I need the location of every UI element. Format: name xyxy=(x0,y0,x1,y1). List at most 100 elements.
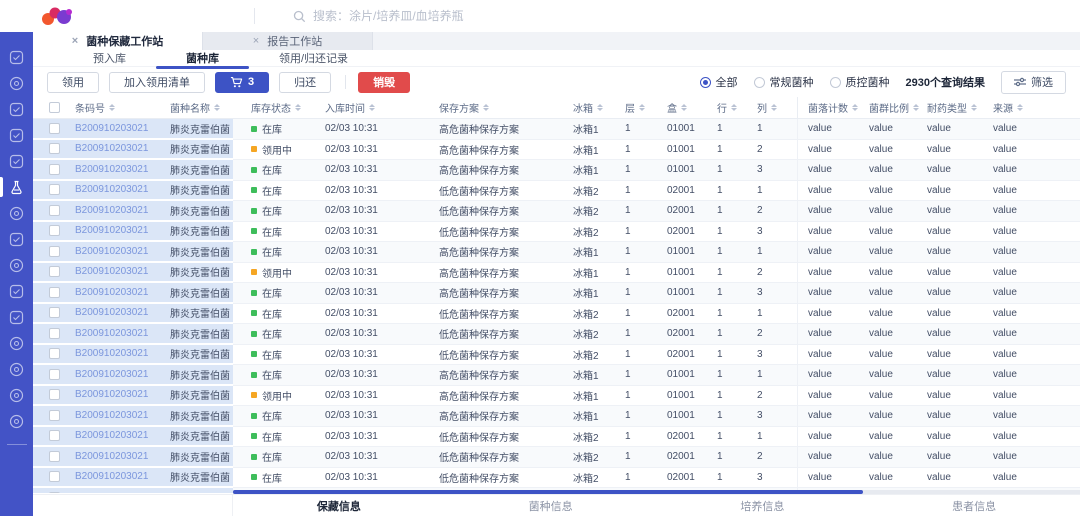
barcode-link[interactable]: B200910203021 xyxy=(75,345,170,364)
sort-icon[interactable] xyxy=(483,104,489,111)
row-checkbox[interactable] xyxy=(49,492,60,493)
barcode-link[interactable]: B200910203021 xyxy=(75,447,170,466)
row-checkbox[interactable] xyxy=(49,328,60,339)
row-checkbox[interactable] xyxy=(49,471,60,482)
table-row[interactable]: B200910203021肺炎克雷伯菌在库02/03 10:31高危菌种保存方案… xyxy=(33,119,1080,140)
column-header-status[interactable]: 库存状态 xyxy=(233,97,319,118)
sort-icon[interactable] xyxy=(852,104,858,111)
radio-全部[interactable]: 全部 xyxy=(700,74,738,90)
sort-icon[interactable] xyxy=(1017,104,1023,111)
table-row[interactable]: B200910203021肺炎克雷伯菌在库02/03 10:31低危菌种保存方案… xyxy=(33,324,1080,345)
barcode-link[interactable]: B200910203021 xyxy=(75,119,170,138)
column-header-code[interactable]: 条码号 xyxy=(75,97,170,118)
table-row[interactable]: B200910203021肺炎克雷伯菌领用中02/03 10:31高危菌种保存方… xyxy=(33,263,1080,284)
message-icon[interactable] xyxy=(0,356,33,382)
filter-button[interactable]: 筛选 xyxy=(1001,71,1066,94)
table-row[interactable]: B200910203021肺炎克雷伯菌领用中02/03 10:31高危菌种保存方… xyxy=(33,386,1080,407)
row-checkbox[interactable] xyxy=(49,348,60,359)
sort-icon[interactable] xyxy=(639,104,645,111)
flask-icon[interactable] xyxy=(0,174,33,200)
radio-circle-icon[interactable] xyxy=(754,77,765,88)
table-row[interactable]: B200910203021肺炎克雷伯菌在库02/03 10:31低危菌种保存方案… xyxy=(33,181,1080,202)
scan-search-icon[interactable] xyxy=(0,252,33,278)
row-checkbox[interactable] xyxy=(49,287,60,298)
row-checkbox[interactable] xyxy=(49,389,60,400)
row-checkbox[interactable] xyxy=(49,266,60,277)
table-row[interactable]: B200910203021肺炎克雷伯菌在库02/03 10:31高危菌种保存方案… xyxy=(33,242,1080,263)
column-header-fridge[interactable]: 冰箱 xyxy=(565,97,621,118)
table-row[interactable]: B200910203021肺炎克雷伯菌在库02/03 10:31低危菌种保存方案… xyxy=(33,345,1080,366)
barcode-link[interactable]: B200910203021 xyxy=(75,365,170,384)
radio-常规菌种[interactable]: 常规菌种 xyxy=(754,74,814,90)
package-icon[interactable] xyxy=(0,382,33,408)
barcode-link[interactable]: B200910203021 xyxy=(75,488,170,493)
sort-icon[interactable] xyxy=(971,104,977,111)
subtab-领用/归还记录[interactable]: 领用/归还记录 xyxy=(249,49,378,68)
row-checkbox[interactable] xyxy=(49,184,60,195)
global-search[interactable] xyxy=(293,9,573,23)
window-tab[interactable]: ×菌种保藏工作站 xyxy=(33,32,203,50)
table-row[interactable]: B200910203021肺炎克雷伯菌在库02/03 10:31低危菌种保存方案… xyxy=(33,468,1080,489)
table-row[interactable]: B200910203021肺炎克雷伯菌在库02/03 10:31高危菌种保存方案… xyxy=(33,283,1080,304)
table-row[interactable]: B200910203021肺炎克雷伯菌在库02/03 10:31低危菌种保存方案… xyxy=(33,447,1080,468)
sort-icon[interactable] xyxy=(913,104,919,111)
column-header-layer[interactable]: 层 xyxy=(621,97,667,118)
chat-settings-icon[interactable] xyxy=(0,96,33,122)
barcode-link[interactable]: B200910203021 xyxy=(75,386,170,405)
cart-button[interactable]: 3 xyxy=(215,72,269,93)
column-header-ratio[interactable]: 菌群比例 xyxy=(865,97,927,118)
column-header-box[interactable]: 盒 xyxy=(667,97,717,118)
return-button[interactable]: 归还 xyxy=(279,72,331,93)
barcode-link[interactable]: B200910203021 xyxy=(75,324,170,343)
image-icon[interactable] xyxy=(0,122,33,148)
row-checkbox[interactable] xyxy=(49,369,60,380)
column-header-row[interactable]: 行 xyxy=(717,97,757,118)
sort-icon[interactable] xyxy=(214,104,220,111)
row-checkbox[interactable] xyxy=(49,123,60,134)
row-checkbox[interactable] xyxy=(49,246,60,257)
destroy-button[interactable]: 销毁 xyxy=(358,72,410,93)
column-header-drug[interactable]: 耐药类型 xyxy=(927,97,987,118)
radio-circle-icon[interactable] xyxy=(700,77,711,88)
bottom-tab-菌种信息[interactable]: 菌种信息 xyxy=(445,495,657,516)
column-header-source[interactable]: 来源 xyxy=(987,97,1080,118)
select-all-checkbox[interactable] xyxy=(49,102,60,113)
sort-icon[interactable] xyxy=(369,104,375,111)
search-input[interactable] xyxy=(313,9,573,23)
bottom-tab-培养信息[interactable]: 培养信息 xyxy=(657,495,869,516)
column-header-name[interactable]: 菌种名称 xyxy=(170,97,233,118)
row-checkbox[interactable] xyxy=(49,143,60,154)
barcode-link[interactable]: B200910203021 xyxy=(75,263,170,282)
table-row[interactable]: B200910203021肺炎克雷伯菌在库02/03 10:31高危菌种保存方案… xyxy=(33,160,1080,181)
sort-icon[interactable] xyxy=(731,104,737,111)
row-checkbox[interactable] xyxy=(49,205,60,216)
radio-circle-icon[interactable] xyxy=(830,77,841,88)
row-checkbox[interactable] xyxy=(49,307,60,318)
barcode-link[interactable]: B200910203021 xyxy=(75,160,170,179)
file-gear-icon[interactable] xyxy=(0,226,33,252)
row-checkbox[interactable] xyxy=(49,410,60,421)
column-header-time[interactable]: 入库时间 xyxy=(319,97,431,118)
barcode-link[interactable]: B200910203021 xyxy=(75,181,170,200)
close-tab-icon[interactable]: × xyxy=(253,36,259,47)
barcode-link[interactable]: B200910203021 xyxy=(75,201,170,220)
barcode-link[interactable]: B200910203021 xyxy=(75,140,170,159)
row-checkbox[interactable] xyxy=(49,451,60,462)
row-checkbox[interactable] xyxy=(49,430,60,441)
barcode-link[interactable]: B200910203021 xyxy=(75,283,170,302)
column-header-plan[interactable]: 保存方案 xyxy=(431,97,565,118)
file-chart-icon[interactable] xyxy=(0,304,33,330)
bottom-tab-患者信息[interactable]: 患者信息 xyxy=(868,495,1080,516)
row-checkbox[interactable] xyxy=(49,164,60,175)
id-card-icon[interactable] xyxy=(0,148,33,174)
table-row[interactable]: B200910203021肺炎克雷伯菌在库02/03 10:31低危菌种保存方案… xyxy=(33,201,1080,222)
row-checkbox[interactable] xyxy=(49,225,60,236)
sort-icon[interactable] xyxy=(109,104,115,111)
subtab-菌种库[interactable]: 菌种库 xyxy=(156,49,249,68)
barcode-link[interactable]: B200910203021 xyxy=(75,406,170,425)
add-to-collect-list-button[interactable]: 加入领用清单 xyxy=(109,72,205,93)
table-row[interactable]: B200910203021肺炎克雷伯菌在库02/03 10:31低危菌种保存方案… xyxy=(33,304,1080,325)
table-row[interactable]: B200910203021肺炎克雷伯菌在库02/03 10:31高危菌种保存方案… xyxy=(33,406,1080,427)
barcode-link[interactable]: B200910203021 xyxy=(75,304,170,323)
task-check-icon[interactable] xyxy=(0,44,33,70)
